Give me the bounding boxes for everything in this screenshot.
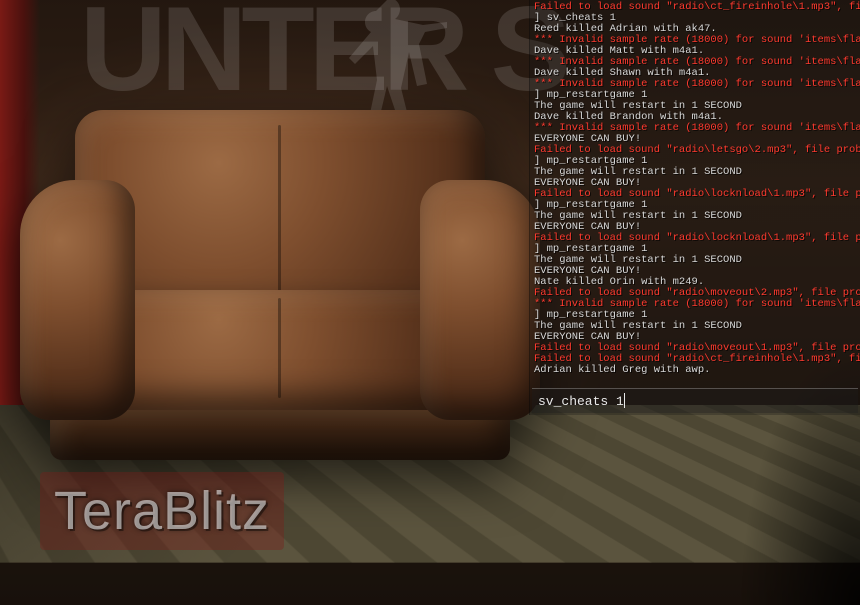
game-viewport: UNTER S TeraBlitz Failed to load sound "… [0, 0, 860, 605]
terablitz-watermark-text: TeraBlitz [54, 481, 270, 541]
console-input[interactable] [532, 389, 858, 413]
game-logo-watermark: UNTER S [80, 0, 565, 118]
text-caret-icon [624, 393, 625, 408]
console-input-bar[interactable] [532, 388, 858, 413]
console-line: Adrian killed Greg with awp. [534, 365, 856, 376]
couch-prop [20, 110, 540, 460]
terablitz-watermark: TeraBlitz [40, 472, 284, 550]
console-log[interactable]: Failed to load sound "radio\ct_fireinhol… [530, 0, 860, 384]
developer-console[interactable]: Failed to load sound "radio\ct_fireinhol… [529, 0, 860, 415]
